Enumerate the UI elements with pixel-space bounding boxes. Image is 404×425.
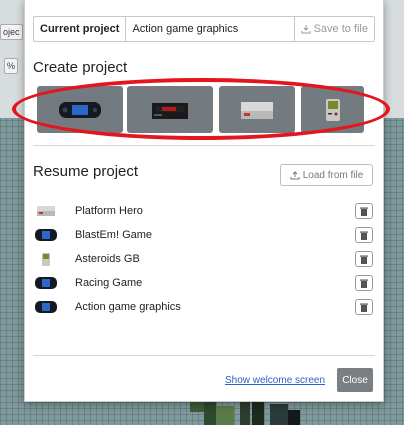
game-boy-icon (325, 98, 340, 121)
footer-divider (33, 355, 375, 356)
trash-icon (360, 255, 368, 264)
delete-project-button[interactable] (355, 299, 373, 315)
delete-project-button[interactable] (355, 275, 373, 291)
trash-icon (360, 303, 368, 312)
create-game-boy-button[interactable] (301, 86, 364, 133)
load-from-file-button[interactable]: Load from file (280, 164, 373, 186)
background-tool-button: % (4, 58, 19, 74)
project-dialog: Current project Save to file Create proj… (24, 0, 384, 402)
upload-icon (290, 171, 300, 180)
trash-icon (360, 231, 368, 240)
save-to-file-button[interactable]: Save to file (293, 17, 374, 41)
project-name: BlastEm! Game (75, 229, 153, 241)
show-welcome-screen-link[interactable]: Show welcome screen (225, 375, 325, 386)
create-game-gear-button[interactable] (37, 86, 123, 133)
nes-icon (35, 203, 57, 219)
game-gear-icon (35, 227, 57, 243)
background-tab: ojec (0, 24, 23, 40)
delete-project-button[interactable] (355, 227, 373, 243)
create-mega-drive-button[interactable] (127, 86, 213, 133)
delete-project-button[interactable] (355, 203, 373, 219)
section-divider (33, 145, 375, 146)
game-gear-icon (35, 275, 57, 291)
project-name: Asteroids GB (75, 253, 140, 265)
close-button[interactable]: Close (337, 368, 373, 392)
game-gear-icon (59, 101, 101, 118)
delete-project-button[interactable] (355, 251, 373, 267)
save-to-file-label: Save to file (313, 23, 368, 35)
load-from-file-label: Load from file (302, 169, 364, 181)
list-item[interactable]: Platform Hero (33, 199, 375, 223)
list-item[interactable]: BlastEm! Game (33, 223, 375, 247)
trash-icon (360, 279, 368, 288)
trash-icon (360, 207, 368, 216)
nes-icon (241, 101, 273, 119)
current-project-row: Current project Save to file (33, 16, 375, 42)
create-project-title: Create project (33, 59, 128, 76)
mega-drive-icon (152, 102, 188, 119)
project-name: Action game graphics (75, 301, 181, 313)
project-name-input[interactable] (126, 17, 294, 41)
download-icon (301, 25, 311, 34)
project-name: Platform Hero (75, 205, 143, 217)
current-project-label: Current project (34, 17, 127, 41)
game-gear-icon (35, 299, 57, 315)
resume-project-list: Platform Hero BlastEm! Game Asteroids GB (33, 199, 375, 319)
list-item[interactable]: Action game graphics (33, 295, 375, 319)
create-nes-button[interactable] (219, 86, 295, 133)
game-boy-icon (35, 251, 57, 267)
project-name: Racing Game (75, 277, 143, 289)
resume-project-title: Resume project (33, 163, 139, 180)
list-item[interactable]: Asteroids GB (33, 247, 375, 271)
list-item[interactable]: Racing Game (33, 271, 375, 295)
